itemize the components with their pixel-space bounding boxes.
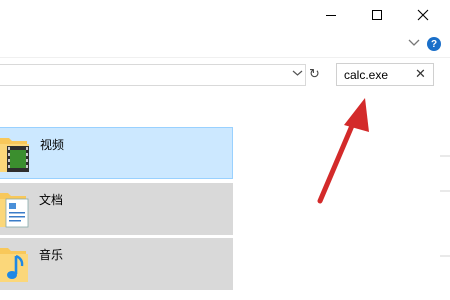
chevron-down-icon[interactable] — [408, 38, 420, 48]
minimize-icon — [326, 14, 336, 16]
minimize-button[interactable] — [308, 0, 354, 30]
help-button[interactable]: ? — [427, 37, 441, 51]
music-folder-icon — [0, 248, 28, 282]
close-icon — [417, 9, 429, 21]
list-item-documents[interactable]: 文档 — [0, 183, 233, 235]
maximize-button[interactable] — [354, 0, 400, 30]
video-folder-icon — [0, 138, 29, 172]
scroll-edge — [440, 255, 450, 257]
maximize-icon — [372, 10, 382, 20]
ribbon-bar — [0, 30, 450, 58]
item-label: 视频 — [40, 138, 65, 152]
item-label: 文档 — [39, 193, 64, 207]
list-item-music[interactable]: 音乐 — [0, 238, 233, 290]
list-item-videos[interactable]: 视频 — [0, 127, 233, 179]
scroll-edge — [440, 190, 450, 192]
refresh-icon[interactable]: ↻ — [309, 66, 320, 82]
search-box[interactable]: calc.exe ✕ — [336, 63, 434, 86]
documents-folder-icon — [0, 193, 29, 228]
close-button[interactable] — [400, 0, 446, 30]
help-label: ? — [430, 38, 438, 50]
scroll-edge — [440, 155, 450, 157]
title-bar — [0, 0, 450, 30]
address-dropdown-icon[interactable] — [292, 68, 303, 78]
item-label: 音乐 — [39, 248, 64, 262]
clear-search-icon[interactable]: ✕ — [415, 66, 426, 82]
search-input[interactable]: calc.exe — [344, 68, 388, 82]
address-bar[interactable] — [0, 64, 306, 86]
